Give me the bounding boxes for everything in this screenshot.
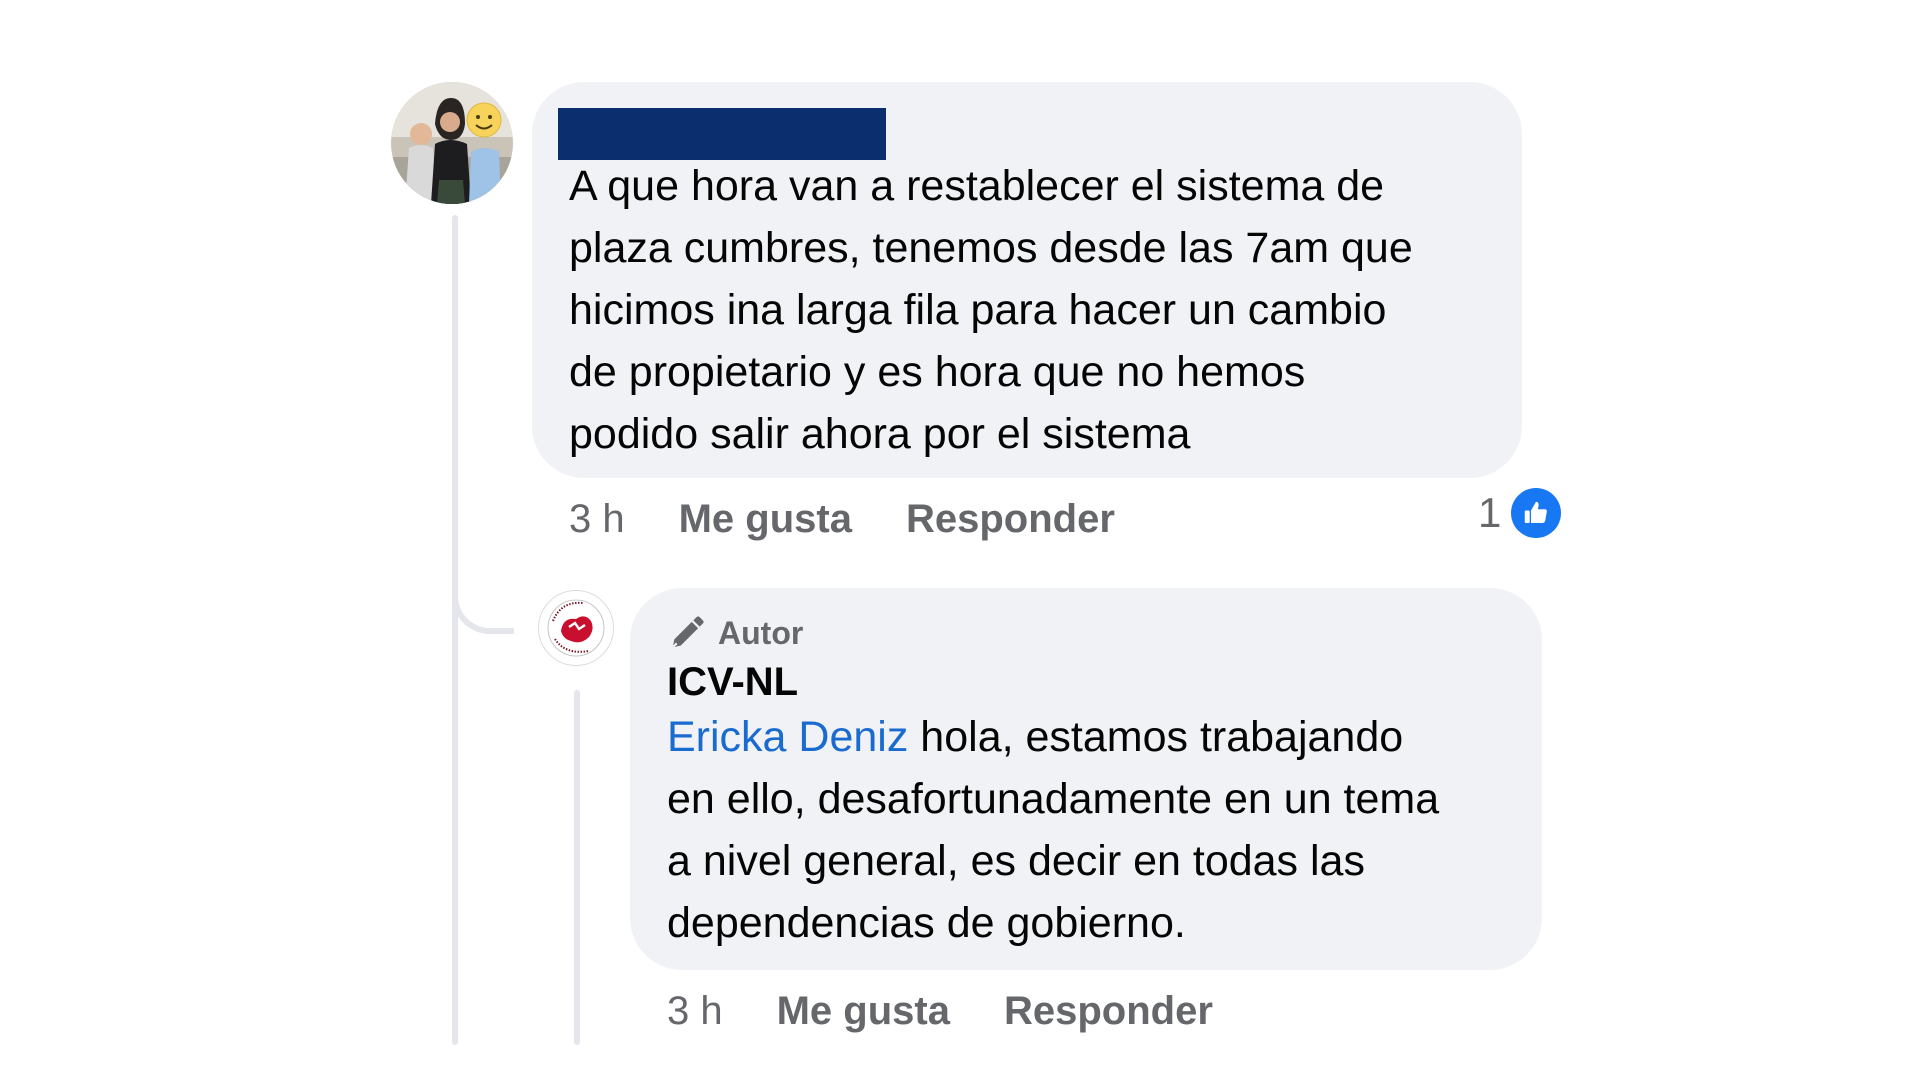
- reply-text: Ericka Deniz hola, estamos trabajando en…: [667, 706, 1439, 954]
- icv-logo: [543, 595, 609, 661]
- reply-text-first-line: hola, estamos trabajando: [908, 713, 1404, 761]
- reply-text-line: dependencias de gobierno.: [667, 899, 1186, 947]
- reply-like-button[interactable]: Me gusta: [777, 987, 950, 1035]
- reaction-count: 1: [1478, 489, 1502, 536]
- comment-text-line: de propietario y es hora que no hemos: [569, 348, 1306, 396]
- reply-button[interactable]: Responder: [906, 495, 1115, 543]
- thread-connector-reply: [452, 560, 514, 634]
- reply-reply-button[interactable]: Responder: [1004, 987, 1213, 1035]
- commenter-avatar[interactable]: [391, 82, 513, 204]
- comment-text-line: podido salir ahora por el sistema: [569, 410, 1191, 458]
- author-badge: Autor: [668, 614, 803, 652]
- reply-text-line: a nivel general, es decir en todas las: [667, 837, 1365, 885]
- reply-bubble: Autor ICV-NL Ericka Deniz hola, estamos …: [630, 588, 1542, 970]
- comment-bubble: A que hora van a restablecer el sistema …: [532, 82, 1522, 478]
- comment-text-line: hicimos ina larga fila para hacer un cam…: [569, 286, 1387, 334]
- comment-timestamp[interactable]: 3 h: [569, 495, 625, 543]
- comment-text-line: A que hora van a restablecer el sistema …: [569, 162, 1385, 210]
- reply-text-line: en ello, desafortunadamente en un tema: [667, 775, 1440, 823]
- reply-text-line: Ericka Deniz hola, estamos trabajando: [667, 706, 1439, 768]
- icv-logo-avatar[interactable]: [538, 590, 614, 666]
- author-badge-label: Autor: [718, 614, 804, 651]
- thread-line-reply: [574, 690, 580, 1045]
- reply-author-name[interactable]: ICV-NL: [667, 660, 798, 705]
- reaction-summary[interactable]: 1: [1478, 488, 1562, 538]
- thumbs-up-icon: [1511, 488, 1562, 538]
- mention-link[interactable]: Ericka Deniz: [667, 713, 908, 761]
- comment-text: A que hora van a restablecer el sistema …: [569, 155, 1413, 465]
- pen-icon: [668, 614, 706, 652]
- commenter-photo: [391, 82, 513, 204]
- like-button[interactable]: Me gusta: [679, 495, 852, 543]
- reply-actions: 3 h Me gusta Responder: [667, 987, 1213, 1035]
- reply-timestamp[interactable]: 3 h: [667, 987, 723, 1035]
- thread-line-main: [452, 215, 458, 1045]
- comment-actions: 3 h Me gusta Responder: [569, 495, 1115, 543]
- redacted-author-name: [558, 108, 886, 160]
- comment-text-line: plaza cumbres, tenemos desde las 7am que: [569, 224, 1413, 272]
